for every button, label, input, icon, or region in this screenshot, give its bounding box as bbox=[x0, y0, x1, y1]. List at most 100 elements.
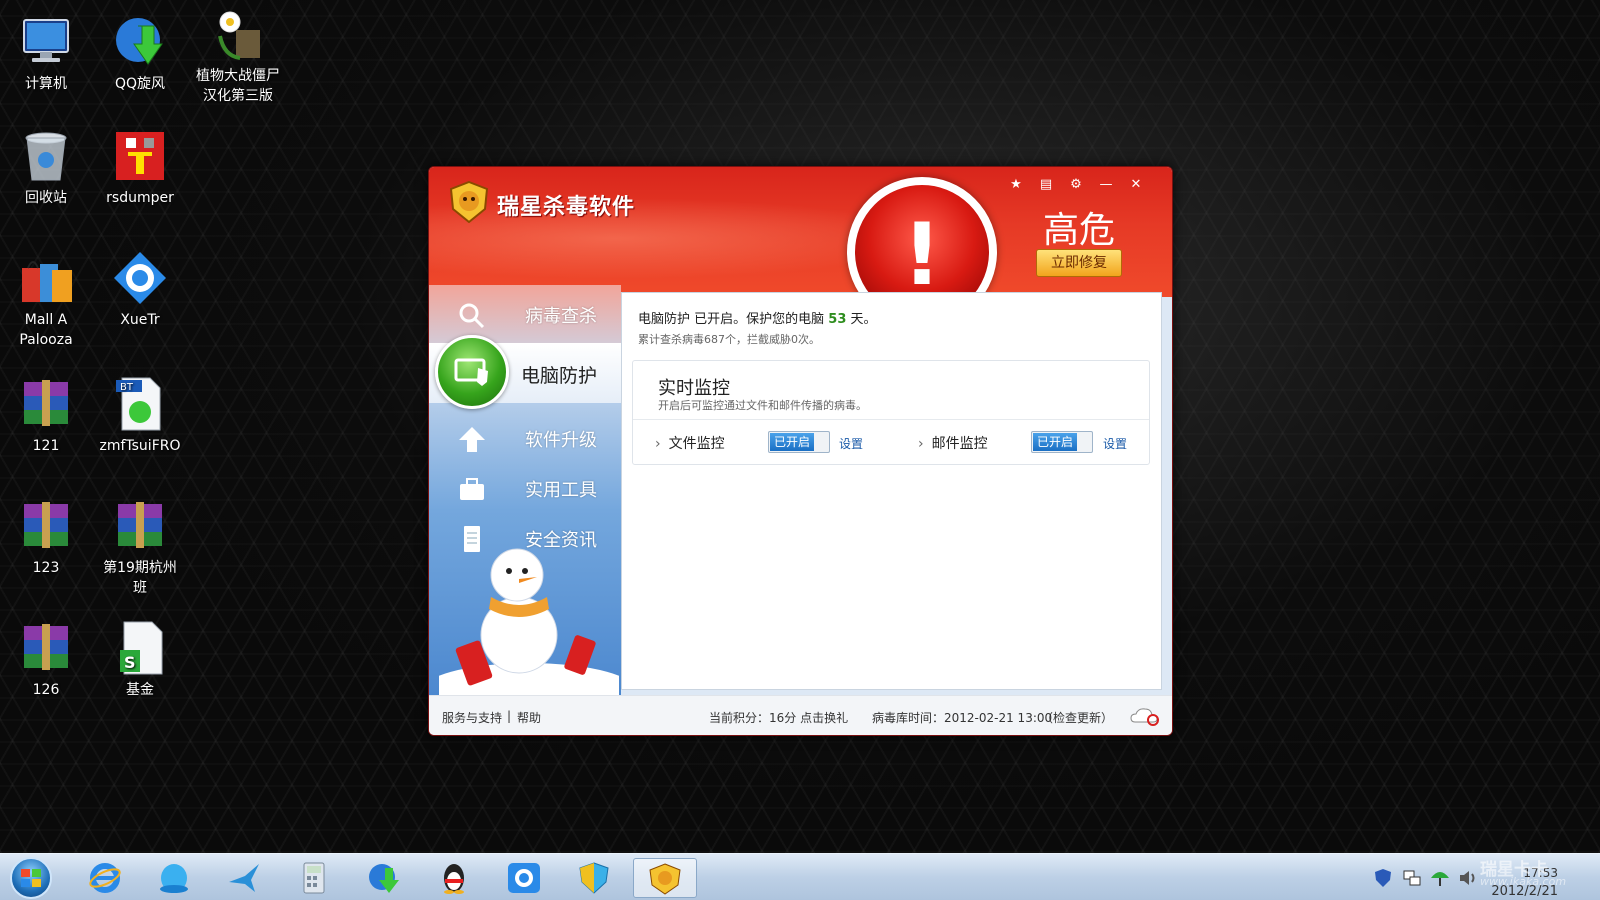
fix-now-button[interactable]: 立即修复 bbox=[1036, 249, 1122, 277]
monitor-shield-icon bbox=[435, 335, 509, 409]
desktop-icon-zmftsuifro[interactable]: BT zmfTsuiFRO bbox=[94, 376, 186, 456]
taskbar-rising-antivirus[interactable] bbox=[633, 858, 697, 898]
help-link[interactable]: 帮助 bbox=[517, 709, 541, 726]
up-arrow-icon bbox=[457, 425, 487, 453]
taskbar-xuetr[interactable] bbox=[493, 858, 557, 898]
bird-icon bbox=[227, 862, 261, 894]
internet-explorer-icon bbox=[88, 862, 122, 894]
minimize-icon[interactable]: — bbox=[1095, 175, 1117, 195]
taskbar-qq-bubble[interactable] bbox=[143, 858, 207, 898]
rising-lion-icon bbox=[648, 863, 682, 895]
shield-tray-icon[interactable] bbox=[1374, 868, 1392, 892]
taskbar-shield-app[interactable] bbox=[563, 858, 627, 898]
nav-software-upgrade[interactable]: 软件升级 bbox=[429, 413, 621, 463]
divider bbox=[633, 419, 1149, 420]
svg-text:S: S bbox=[124, 653, 136, 672]
volume-icon[interactable] bbox=[1458, 868, 1478, 892]
points-text[interactable]: 当前积分：16分 点击换礼 bbox=[709, 709, 848, 726]
taskbar-bird-app[interactable] bbox=[213, 858, 277, 898]
status-prefix: 电脑防护 已开启。保护您的电脑 bbox=[638, 312, 825, 327]
umbrella-icon[interactable] bbox=[1430, 868, 1450, 892]
window-header[interactable]: 瑞星杀毒软件 ★ ▤ ⚙ — ✕ ! 高危 立即修复 bbox=[429, 167, 1172, 327]
desktop-icon-label: Mall A bbox=[24, 312, 68, 328]
desktop-icon-label: 计算机 bbox=[25, 76, 67, 92]
app-title: 瑞星杀毒软件 bbox=[497, 195, 636, 220]
bt-torrent-file-icon: BT bbox=[112, 376, 168, 432]
qq-whirlwind-icon bbox=[112, 14, 168, 70]
desktop-icon-121[interactable]: 121 bbox=[0, 376, 92, 456]
status-suffix: 天。 bbox=[850, 312, 877, 327]
menu-icon[interactable]: ▤ bbox=[1035, 175, 1057, 195]
magnifier-icon bbox=[457, 301, 487, 329]
settings-icon[interactable]: ⚙ bbox=[1065, 175, 1087, 195]
computer-icon bbox=[18, 14, 74, 70]
calculator-icon bbox=[297, 862, 331, 894]
mail-monitor-toggle[interactable]: 已开启 bbox=[1031, 431, 1093, 453]
network-icon[interactable] bbox=[1402, 868, 1422, 892]
mail-monitor-settings-link[interactable]: 设置 bbox=[1103, 435, 1127, 452]
desktop-icon-label: 121 bbox=[32, 438, 60, 454]
desktop-icon-label: 回收站 bbox=[25, 190, 67, 206]
shopping-bags-icon bbox=[18, 250, 74, 306]
desktop-icon-hangzhou-class[interactable]: 第19期杭州 班 bbox=[94, 498, 186, 598]
desktop-icon-xuetr[interactable]: XueTr bbox=[94, 250, 186, 330]
desktop-icon-rsdumper[interactable]: rsdumper bbox=[94, 128, 186, 208]
rising-antivirus-window: 瑞星杀毒软件 ★ ▤ ⚙ — ✕ ! 高危 立即修复 病毒查杀 电脑防护 软件升… bbox=[428, 166, 1173, 736]
xuetr-icon bbox=[112, 250, 168, 306]
window-status-bar: 服务与支持 | 帮助 当前积分：16分 点击换礼 病毒库时间：2012-02-2… bbox=[429, 695, 1172, 735]
separator: | bbox=[507, 709, 512, 723]
plants-vs-zombies-icon bbox=[210, 6, 266, 62]
desktop-icon-qq-whirlwind[interactable]: QQ旋风 bbox=[94, 14, 186, 94]
rising-lion-icon bbox=[449, 180, 489, 224]
scan-stats: 累计查杀病毒687个，拦截威胁0次。 bbox=[638, 333, 820, 346]
desktop-icon-plants-vs-zombies[interactable]: 植物大战僵尸 汉化第三版 bbox=[188, 6, 288, 106]
taskbar-qq[interactable] bbox=[423, 858, 487, 898]
desktop-icon-label: rsdumper bbox=[106, 190, 174, 206]
nav-utility-tools[interactable]: 实用工具 bbox=[429, 463, 621, 513]
toggle-state: 已开启 bbox=[770, 433, 814, 451]
protection-panel: 电脑防护 已开启。保护您的电脑 53 天。 累计查杀病毒687个，拦截威胁0次。… bbox=[621, 292, 1162, 690]
protected-days: 53 bbox=[828, 312, 847, 327]
qq-whirlwind-icon bbox=[367, 862, 401, 894]
mail-monitor-label: 邮件监控 bbox=[931, 436, 988, 452]
nav-label: 软件升级 bbox=[525, 430, 597, 451]
file-monitor-label: 文件监控 bbox=[668, 436, 725, 452]
start-button[interactable] bbox=[10, 857, 52, 899]
desktop-icon-fund[interactable]: S 基金 bbox=[94, 620, 186, 700]
check-update-link[interactable]: （检查更新） bbox=[1041, 709, 1113, 726]
chevron-right-icon: › bbox=[655, 436, 661, 452]
nav-label: 实用工具 bbox=[525, 480, 597, 501]
winrar-archive-icon bbox=[112, 498, 168, 554]
desktop-icon-label: 班 bbox=[133, 580, 147, 596]
file-monitor-toggle[interactable]: 已开启 bbox=[768, 431, 830, 453]
desktop-icon-mall-a-palooza[interactable]: Mall A Palooza bbox=[0, 250, 92, 350]
taskbar-internet-explorer[interactable] bbox=[74, 858, 138, 898]
nav-virus-scan[interactable]: 病毒查杀 bbox=[429, 289, 621, 339]
monitor-description: 开启后可监控通过文件和邮件传播的病毒。 bbox=[658, 399, 867, 412]
desktop-icon-123[interactable]: 123 bbox=[0, 498, 92, 578]
file-monitor-item[interactable]: › 文件监控 bbox=[655, 433, 725, 453]
taskbar-qq-whirlwind[interactable] bbox=[353, 858, 417, 898]
desktop-icon-computer[interactable]: 计算机 bbox=[0, 14, 92, 94]
skin-icon[interactable]: ★ bbox=[1005, 175, 1027, 195]
qq-bubble-icon bbox=[157, 862, 191, 894]
desktop-icon-recycle-bin[interactable]: 回收站 bbox=[0, 128, 92, 208]
xuetr-icon bbox=[507, 862, 541, 894]
desktop-icon-label: 基金 bbox=[126, 682, 154, 698]
watermark-url: www.ikaka.com bbox=[1480, 875, 1567, 888]
winrar-archive-icon bbox=[18, 376, 74, 432]
protection-status: 电脑防护 已开启。保护您的电脑 53 天。 bbox=[638, 308, 877, 327]
desktop-icon-126[interactable]: 126 bbox=[0, 620, 92, 700]
nav-pc-protection[interactable]: 电脑防护 bbox=[429, 335, 621, 409]
snowman-illustration bbox=[429, 545, 639, 723]
qq-penguin-icon bbox=[437, 862, 471, 894]
recycle-bin-icon bbox=[18, 128, 74, 184]
desktop-icon-label: zmfTsuiFRO bbox=[99, 438, 181, 454]
support-link[interactable]: 服务与支持 bbox=[442, 709, 502, 726]
taskbar-calculator[interactable] bbox=[283, 858, 347, 898]
mail-monitor-item[interactable]: › 邮件监控 bbox=[918, 433, 988, 453]
close-icon[interactable]: ✕ bbox=[1125, 175, 1147, 195]
file-monitor-settings-link[interactable]: 设置 bbox=[839, 435, 863, 452]
cloud-icon[interactable] bbox=[1129, 706, 1161, 729]
risk-level: 高危 bbox=[1043, 210, 1116, 251]
